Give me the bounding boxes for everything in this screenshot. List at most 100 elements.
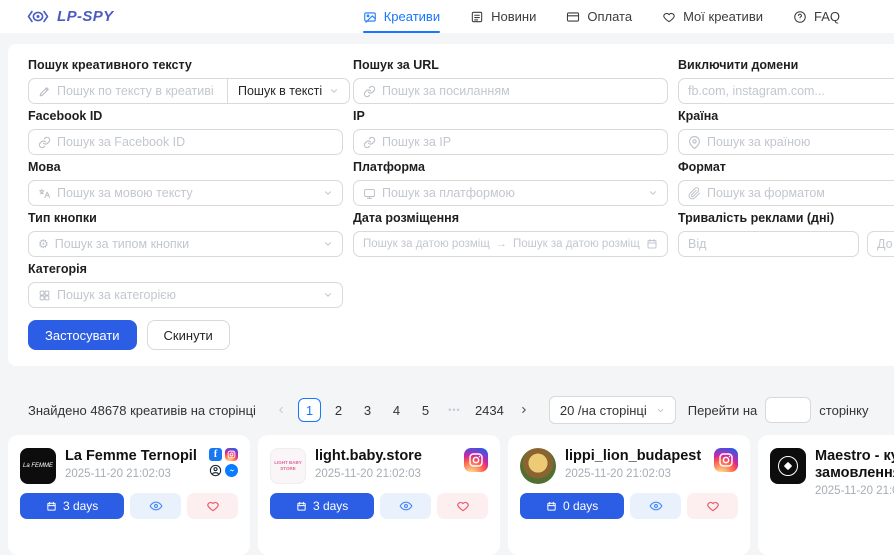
favorite-button[interactable]: [687, 493, 738, 519]
creative-card[interactable]: LIGHT BABY STORE light.baby.store 2025-1…: [258, 435, 500, 555]
days-active-button[interactable]: 0 days: [520, 493, 624, 519]
card-title: Maestro - кухні, ме: [815, 448, 894, 465]
category-input[interactable]: [57, 288, 317, 302]
nav-tab-faq[interactable]: FAQ: [793, 0, 840, 33]
nav-tab-news[interactable]: Новини: [470, 0, 536, 33]
paperclip-icon: [688, 187, 701, 200]
date-to-placeholder[interactable]: Пошук за датою розміщення: [513, 238, 640, 250]
days-label: 3 days: [63, 499, 98, 513]
text-search-mode-select[interactable]: Пошук в тексті: [227, 78, 350, 104]
apply-button[interactable]: Застосувати: [28, 320, 137, 350]
days-label: 0 days: [563, 499, 598, 513]
category-select[interactable]: [28, 282, 343, 308]
eye-logo-icon: [26, 8, 50, 25]
link-icon: [363, 85, 376, 98]
nav-tab-my-creatives[interactable]: Мої креативи: [662, 0, 763, 33]
avatar: [770, 448, 806, 484]
chevron-down-icon: [323, 290, 333, 300]
nav-tab-payment[interactable]: Оплата: [566, 0, 632, 33]
creative-card[interactable]: La FEMME La Femme Ternopil 2025-11-20 21…: [8, 435, 250, 555]
app-logo[interactable]: LP-SPY: [26, 8, 114, 25]
language-input[interactable]: [57, 186, 317, 200]
nav-label: Оплата: [587, 9, 632, 24]
filter-label: Платформа: [353, 161, 668, 174]
chevron-down-icon: [656, 406, 665, 415]
question-icon: [793, 10, 807, 24]
calendar-icon: [646, 238, 658, 250]
button-type-input[interactable]: [55, 237, 317, 251]
goto-page-input[interactable]: [765, 397, 811, 423]
avatar: [520, 448, 556, 484]
card-title: light.baby.store: [315, 448, 422, 465]
filter-label: Країна: [678, 110, 894, 123]
reset-button[interactable]: Скинути: [147, 320, 230, 350]
page-button-1[interactable]: 1: [298, 398, 321, 422]
results-summary: Знайдено 48678 креативів на сторінці: [28, 403, 256, 418]
favorite-button[interactable]: [437, 493, 488, 519]
platform-input[interactable]: [382, 186, 642, 200]
filter-label: Виключити домени: [678, 59, 894, 72]
range-arrow-icon: →: [496, 238, 507, 250]
filter-category: Категорія: [28, 263, 343, 308]
filter-label: IP: [353, 110, 668, 123]
translate-icon: [38, 187, 51, 200]
prev-page-button[interactable]: [270, 398, 292, 422]
page-button-last[interactable]: 2434: [472, 398, 507, 422]
creatives-list: La FEMME La Femme Ternopil 2025-11-20 21…: [8, 435, 894, 555]
chevron-down-icon: [323, 239, 333, 249]
audience-network-icon: [209, 464, 222, 477]
view-button[interactable]: [630, 493, 681, 519]
pagination-bar: Знайдено 48678 креативів на сторінці 1 2…: [28, 396, 894, 424]
language-select[interactable]: [28, 180, 343, 206]
ip-input[interactable]: [382, 135, 658, 149]
gear-icon: ⚙: [38, 238, 49, 250]
next-page-button[interactable]: [513, 398, 535, 422]
view-button[interactable]: [380, 493, 431, 519]
format-input[interactable]: [707, 186, 894, 200]
page-ellipsis[interactable]: •••: [443, 398, 466, 422]
duration-from-input[interactable]: [688, 237, 849, 251]
page-button-5[interactable]: 5: [414, 398, 437, 422]
platform-select[interactable]: [353, 180, 668, 206]
favorite-button[interactable]: [187, 493, 238, 519]
filter-label: Пошук за URL: [353, 59, 668, 72]
card-date: 2025-11-20 21:02:03: [815, 485, 894, 497]
date-from-placeholder[interactable]: Пошук за датою розміщення: [363, 238, 490, 250]
filter-country: Країна: [678, 110, 894, 155]
link-icon: [363, 136, 376, 149]
duration-to-input[interactable]: [877, 237, 894, 251]
facebook-icon: f: [209, 448, 222, 461]
card-title: замовлення в Ужго: [815, 465, 894, 482]
card-title: lippi_lion_budapest: [565, 448, 701, 465]
text-search-mode-value: Пошук в тексті: [238, 84, 322, 98]
date-range-picker[interactable]: Пошук за датою розміщення → Пошук за дат…: [353, 231, 668, 257]
creative-text-input[interactable]: [57, 84, 218, 98]
filter-label: Тип кнопки: [28, 212, 343, 225]
page-size-value: 20 /на сторінці: [560, 403, 647, 418]
nav-label: Новини: [491, 9, 536, 24]
creative-card[interactable]: lippi_lion_budapest 2025-11-20 21:02:03 …: [508, 435, 750, 555]
filters-panel: Пошук креативного тексту Пошук в тексті: [8, 44, 894, 366]
view-button[interactable]: [130, 493, 181, 519]
country-input[interactable]: [707, 135, 894, 149]
messenger-icon: [225, 464, 238, 477]
nav-label: Мої креативи: [683, 9, 763, 24]
nav-tab-creatives[interactable]: Креативи: [363, 0, 440, 33]
card-title: La Femme Ternopil: [65, 448, 197, 465]
page-button-4[interactable]: 4: [385, 398, 408, 422]
filter-format: Формат: [678, 161, 894, 206]
page-button-2[interactable]: 2: [327, 398, 350, 422]
avatar: LIGHT BABY STORE: [270, 448, 306, 484]
creative-card[interactable]: Maestro - кухні, ме замовлення в Ужго 20…: [758, 435, 894, 555]
instagram-icon: [714, 448, 738, 472]
url-input[interactable]: [382, 84, 658, 98]
days-active-button[interactable]: 3 days: [270, 493, 374, 519]
exclude-domains-input[interactable]: [688, 84, 894, 98]
days-active-button[interactable]: 3 days: [20, 493, 124, 519]
button-type-select[interactable]: ⚙: [28, 231, 343, 257]
page-size-select[interactable]: 20 /на сторінці: [549, 396, 676, 424]
page-button-3[interactable]: 3: [356, 398, 379, 422]
instagram-icon: [464, 448, 488, 472]
facebook-id-input[interactable]: [57, 135, 333, 149]
goto-label: Перейти на: [688, 403, 758, 418]
